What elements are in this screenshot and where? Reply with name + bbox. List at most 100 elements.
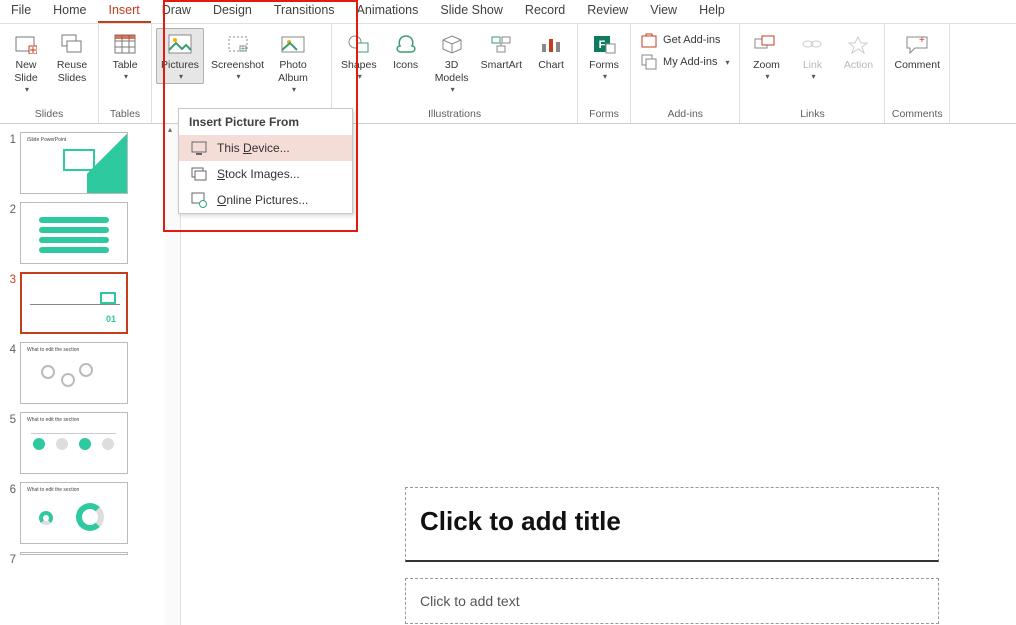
tab-animations[interactable]: Animations bbox=[346, 0, 430, 23]
tab-home[interactable]: Home bbox=[42, 0, 97, 23]
tab-record[interactable]: Record bbox=[514, 0, 576, 23]
stock-images-item[interactable]: Stock Images... bbox=[179, 161, 352, 187]
smartart-button[interactable]: SmartArt bbox=[476, 28, 527, 75]
online-pictures-item[interactable]: Online Pictures... bbox=[179, 187, 352, 213]
forms-button[interactable]: F Forms▾ bbox=[582, 28, 626, 84]
shapes-button[interactable]: Shapes▾ bbox=[336, 28, 382, 84]
new-slide-icon bbox=[15, 31, 37, 57]
chevron-down-icon: ▾ bbox=[765, 72, 769, 81]
screenshot-button[interactable]: + Screenshot▾ bbox=[206, 28, 269, 84]
slide-number: 7 bbox=[0, 552, 16, 566]
reuse-slides-button[interactable]: Reuse Slides bbox=[50, 28, 94, 88]
tab-transitions[interactable]: Transitions bbox=[263, 0, 346, 23]
chevron-down-icon: ▾ bbox=[124, 72, 128, 81]
slide-thumbnail-6[interactable]: What to edit the section bbox=[20, 482, 128, 544]
new-slide-label: New Slide bbox=[14, 59, 37, 85]
pictures-button[interactable]: Pictures▾ bbox=[156, 28, 204, 84]
group-comments-label: Comments bbox=[889, 106, 945, 123]
store-icon bbox=[641, 32, 657, 48]
chevron-down-icon: ▾ bbox=[725, 58, 729, 67]
link-icon bbox=[800, 31, 824, 57]
tab-file[interactable]: File bbox=[0, 0, 42, 23]
pictures-dropdown: Insert Picture From This Device... Stock… bbox=[178, 108, 353, 214]
photo-album-label: Photo Album bbox=[278, 59, 308, 85]
chevron-down-icon: ▾ bbox=[811, 72, 815, 81]
my-addins-button[interactable]: My Add-ins ▾ bbox=[635, 52, 735, 72]
tab-help[interactable]: Help bbox=[688, 0, 736, 23]
action-label: Action bbox=[844, 59, 873, 72]
slide-thumbnail-1[interactable]: iSlide PowerPoint bbox=[20, 132, 128, 194]
group-forms: F Forms▾ Forms bbox=[578, 24, 631, 123]
slide-thumbnail-5[interactable]: What to edit the section bbox=[20, 412, 128, 474]
slide-thumbnails[interactable]: 1 iSlide PowerPoint 2 3 01 4 What to edi… bbox=[0, 124, 165, 625]
forms-icon: F bbox=[592, 31, 616, 57]
thumb-row[interactable]: 4 What to edit the section bbox=[0, 342, 161, 404]
thumb-row[interactable]: 7 bbox=[0, 552, 161, 566]
slide-number: 5 bbox=[0, 412, 16, 426]
link-button[interactable]: Link▾ bbox=[790, 28, 834, 84]
group-links-label: Links bbox=[744, 106, 880, 123]
chevron-down-icon: ▾ bbox=[236, 72, 240, 81]
stock-images-icon bbox=[191, 166, 207, 182]
group-tables: Table▾ Tables bbox=[99, 24, 152, 123]
tab-insert[interactable]: Insert bbox=[98, 0, 151, 23]
slide-number: 6 bbox=[0, 482, 16, 496]
comment-label: Comment bbox=[894, 59, 940, 72]
group-tables-label: Tables bbox=[103, 106, 147, 123]
get-addins-label: Get Add-ins bbox=[663, 34, 720, 46]
slide-thumbnail-4[interactable]: What to edit the section bbox=[20, 342, 128, 404]
slide-thumbnail-2[interactable] bbox=[20, 202, 128, 264]
this-device-item[interactable]: This Device... bbox=[179, 135, 352, 161]
online-pictures-label: Online Pictures... bbox=[217, 193, 308, 207]
tab-review[interactable]: Review bbox=[576, 0, 639, 23]
chart-button[interactable]: Chart bbox=[529, 28, 573, 75]
forms-label: Forms bbox=[589, 59, 619, 72]
chevron-down-icon: ▾ bbox=[292, 85, 296, 94]
icons-label: Icons bbox=[393, 59, 418, 72]
slide-number: 1 bbox=[0, 132, 16, 146]
stock-images-label: Stock Images... bbox=[217, 167, 300, 181]
chevron-down-icon: ▾ bbox=[358, 72, 362, 81]
photo-album-button[interactable]: Photo Album▾ bbox=[271, 28, 315, 97]
thumb-row[interactable]: 6 What to edit the section bbox=[0, 482, 161, 544]
reuse-slides-label: Reuse Slides bbox=[57, 59, 87, 85]
slide-thumbnail-3[interactable]: 01 bbox=[20, 272, 128, 334]
chevron-down-icon: ▾ bbox=[603, 72, 607, 81]
smartart-label: SmartArt bbox=[481, 59, 522, 72]
slide-number: 4 bbox=[0, 342, 16, 356]
text-placeholder[interactable]: Click to add text bbox=[405, 578, 939, 624]
scroll-up-icon[interactable]: ▴ bbox=[168, 125, 172, 134]
zoom-label: Zoom bbox=[753, 59, 780, 72]
group-slides-label: Slides bbox=[4, 106, 94, 123]
group-illustrations: Shapes▾ Icons 3D Models▾ SmartArt Chart … bbox=[332, 24, 578, 123]
thumb-row[interactable]: 2 bbox=[0, 202, 161, 264]
action-icon bbox=[846, 31, 870, 57]
new-slide-button[interactable]: New Slide▾ bbox=[4, 28, 48, 97]
thumb-row[interactable]: 3 01 bbox=[0, 272, 161, 334]
pictures-icon bbox=[168, 31, 192, 57]
dropdown-header: Insert Picture From bbox=[179, 109, 352, 135]
group-addins: Get Add-ins My Add-ins ▾ Add-ins bbox=[631, 24, 740, 123]
thumb-row[interactable]: 5 What to edit the section bbox=[0, 412, 161, 474]
table-label: Table bbox=[112, 59, 137, 72]
icons-button[interactable]: Icons bbox=[384, 28, 428, 75]
action-button[interactable]: Action bbox=[836, 28, 880, 75]
screenshot-icon: + bbox=[226, 31, 250, 57]
get-addins-button[interactable]: Get Add-ins bbox=[635, 30, 735, 50]
table-button[interactable]: Table▾ bbox=[103, 28, 147, 84]
title-placeholder[interactable]: Click to add title bbox=[405, 487, 939, 562]
slide-thumbnail-7[interactable] bbox=[20, 552, 128, 555]
3d-models-label: 3D Models bbox=[435, 59, 469, 85]
chevron-down-icon: ▾ bbox=[179, 72, 183, 81]
3d-models-button[interactable]: 3D Models▾ bbox=[430, 28, 474, 97]
zoom-button[interactable]: Zoom▾ bbox=[744, 28, 788, 84]
online-pictures-icon bbox=[191, 192, 207, 208]
comment-button[interactable]: + Comment bbox=[889, 28, 945, 75]
tab-draw[interactable]: Draw bbox=[151, 0, 202, 23]
photo-album-icon bbox=[281, 31, 305, 57]
tab-design[interactable]: Design bbox=[202, 0, 263, 23]
thumb-row[interactable]: 1 iSlide PowerPoint bbox=[0, 132, 161, 194]
tab-slideshow[interactable]: Slide Show bbox=[429, 0, 514, 23]
screenshot-label: Screenshot bbox=[211, 59, 264, 72]
tab-view[interactable]: View bbox=[639, 0, 688, 23]
